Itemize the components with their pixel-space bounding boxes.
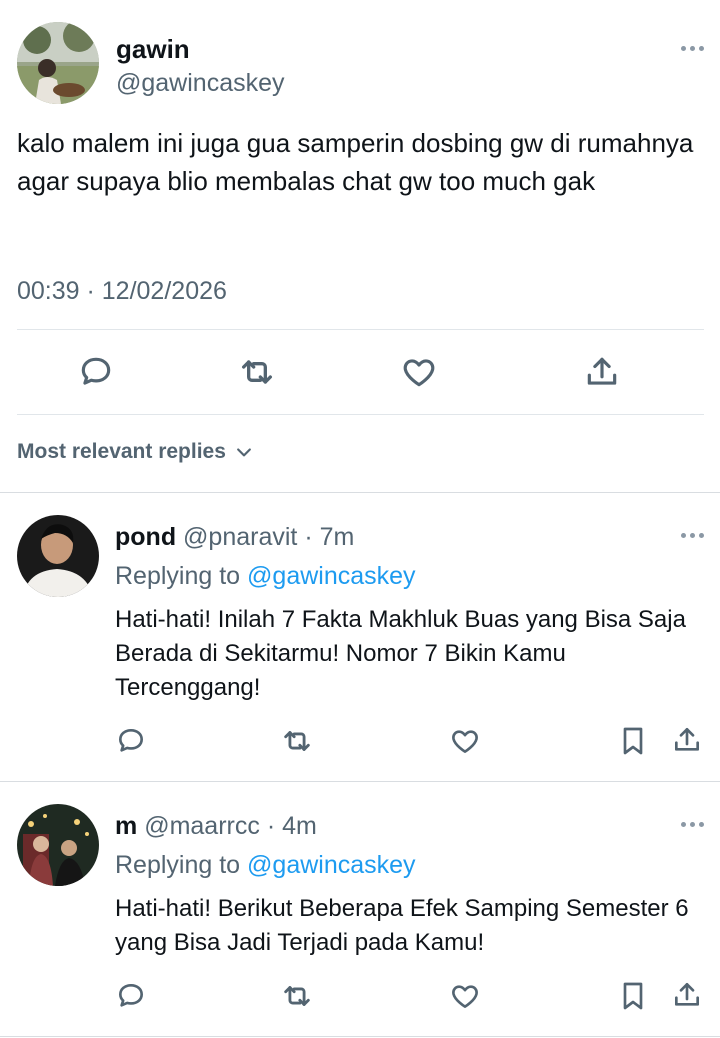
replying-to-prefix: Replying to [115, 562, 241, 590]
replying-to-prefix: Replying to [115, 851, 241, 879]
more-options-icon[interactable] [681, 533, 704, 538]
share-icon[interactable] [580, 350, 624, 394]
tweet-text: kalo malem ini juga gua samperin dosbing… [17, 128, 694, 196]
reply-display-name[interactable]: pond [115, 523, 176, 551]
like-icon[interactable] [397, 350, 441, 394]
replies-sort-dropdown[interactable]: Most relevant replies [17, 440, 254, 464]
like-icon[interactable] [446, 977, 484, 1015]
more-options-icon[interactable] [681, 46, 704, 51]
reply-header: pond @pnaravit · 7m [115, 523, 354, 552]
bookmark-icon[interactable] [614, 977, 652, 1015]
author-avatar[interactable] [17, 22, 99, 104]
replying-to-mention[interactable]: @gawincaskey [247, 562, 416, 590]
divider [17, 329, 704, 330]
reply-avatar[interactable] [17, 804, 99, 886]
reply-header: m @maarrcc · 4m [115, 812, 317, 841]
bookmark-icon[interactable] [614, 722, 652, 760]
retweet-icon[interactable] [235, 350, 279, 394]
reply-icon[interactable] [74, 350, 118, 394]
replying-to: Replying to @gawincaskey [115, 851, 416, 880]
tweet-timestamp[interactable]: 00:39 · 12/02/2026 [17, 277, 227, 306]
replying-to-mention[interactable]: @gawincaskey [247, 851, 416, 879]
reply-avatar-image [17, 515, 99, 597]
retweet-icon[interactable] [278, 722, 316, 760]
main-tweet: gawin @gawincaskey kalo malem ini juga g… [0, 0, 720, 492]
reply-icon[interactable] [112, 977, 150, 1015]
reply-item[interactable]: pond @pnaravit · 7m Replying to @gawinca… [0, 493, 720, 781]
reply-avatar-image [17, 804, 99, 886]
like-icon[interactable] [446, 722, 484, 760]
divider [17, 414, 704, 415]
reply-text: Hati-hati! Inilah 7 Fakta Makhluk Buas y… [115, 606, 686, 701]
reply-item[interactable]: m @maarrcc · 4m Replying to @gawincaskey… [0, 782, 720, 1038]
divider [0, 1036, 720, 1037]
replies-sort-label: Most relevant replies [17, 440, 226, 463]
retweet-icon[interactable] [278, 977, 316, 1015]
author-avatar-image [17, 22, 99, 104]
share-icon[interactable] [668, 976, 706, 1014]
reply-time: · 7m [304, 523, 355, 551]
reply-time: · 4m [266, 812, 317, 840]
replying-to: Replying to @gawincaskey [115, 562, 416, 591]
reply-display-name[interactable]: m [115, 812, 137, 840]
author-handle[interactable]: @gawincaskey [116, 69, 285, 98]
more-options-icon[interactable] [681, 822, 704, 827]
author-display-name[interactable]: gawin [116, 34, 190, 65]
reply-avatar[interactable] [17, 515, 99, 597]
reply-handle[interactable]: @pnaravit [183, 523, 297, 551]
reply-icon[interactable] [112, 722, 150, 760]
reply-handle[interactable]: @maarrcc [144, 812, 260, 840]
chevron-down-icon [237, 448, 251, 457]
reply-text: Hati-hati! Berikut Beberapa Efek Samping… [115, 895, 689, 956]
share-icon[interactable] [668, 721, 706, 759]
